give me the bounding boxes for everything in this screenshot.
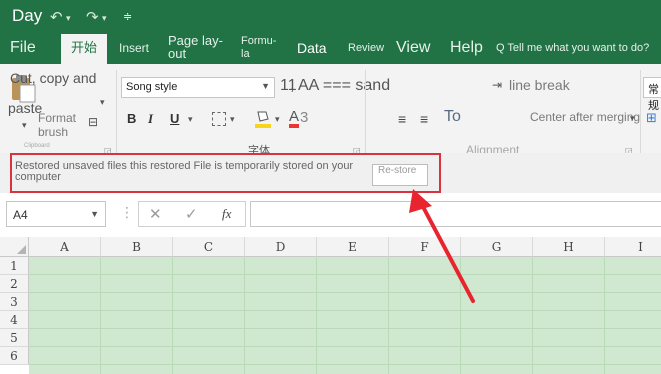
annotation-arrow: [409, 189, 475, 303]
